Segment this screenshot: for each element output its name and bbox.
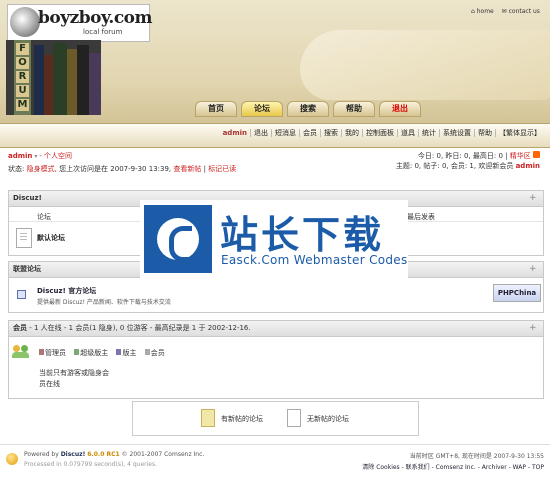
nav-help[interactable]: 帮助: [333, 101, 375, 117]
collapse-icon[interactable]: +: [529, 324, 537, 333]
online-note-1: 当前只有游客或隐身会: [39, 369, 109, 377]
watermark-subtitle: Easck.Com Webmaster Codes: [221, 253, 408, 267]
new-posts-icon: [201, 409, 215, 427]
no-new-posts-icon: [287, 409, 301, 427]
menu-help[interactable]: 帮助: [474, 129, 495, 137]
online-members: 会员 - 1 人在线 - 1 会员(1 隐身), 0 位游客 - 最高纪录是 1…: [8, 320, 544, 399]
space-link[interactable]: - 个人空间: [39, 152, 72, 160]
stats-totals: 主题: 0, 帖子: 0, 会员: 1, 欢迎新会员: [395, 162, 514, 170]
logo-title: boyzboy.com: [38, 8, 153, 28]
watermark-banner: 站长下载 Easck.Com Webmaster Codes: [140, 200, 408, 278]
user-info: admin ▾ - 个人空间: [8, 151, 72, 161]
menu-traditional[interactable]: 【繁体显示】: [495, 129, 544, 137]
footer: Powered by Discuz! 6.0.0 RC1 © 2001-2007…: [0, 444, 550, 481]
collapse-icon[interactable]: +: [529, 265, 537, 274]
forum-status-icon: [16, 228, 32, 248]
username-link[interactable]: admin: [8, 152, 32, 160]
status-line: 状态: 隐身模式, 您上次访问是在 2007-9-30 13:39, 查看新帖 …: [8, 165, 237, 173]
phpchina-logo[interactable]: PHPChina: [493, 284, 541, 302]
menu-settings[interactable]: 系统设置: [439, 129, 474, 137]
online-title: 会员: [13, 324, 27, 332]
version: 6.0.0 RC1: [87, 451, 120, 458]
top-links: ⌂ home ✉ contact us: [465, 8, 540, 15]
role-legend: 管理员 超级版主 版主 会员: [39, 348, 165, 358]
online-info: - 1 人在线 - 1 会员(1 隐身), 0 位游客 - 最高纪录是 1 于 …: [29, 324, 251, 332]
stats-today: 今日: 0, 昨日: 0, 最高日: 0 |: [417, 152, 508, 160]
menu-stats[interactable]: 统计: [418, 129, 439, 137]
forum-letters: F O R U M: [14, 40, 31, 115]
official-forum-link[interactable]: Discuz! 官方论坛: [37, 286, 96, 296]
powered-by: Powered by Discuz! 6.0.0 RC1 © 2001-2007…: [24, 451, 205, 458]
nav-logout[interactable]: 退出: [379, 101, 421, 117]
view-new-link[interactable]: 查看新帖: [173, 165, 201, 173]
legend-member: 会员: [150, 349, 165, 357]
discuz-logo-icon: [6, 453, 18, 465]
menu-control-panel[interactable]: 控制面板: [362, 129, 397, 137]
menu-mine[interactable]: 我的: [341, 129, 362, 137]
home-link[interactable]: ⌂ home: [471, 8, 494, 15]
logo-mark-icon: [10, 7, 40, 37]
online-note-2: 员在线: [39, 380, 60, 388]
admin-icon: [39, 349, 44, 355]
status-label: 状态:: [8, 165, 25, 173]
status-mode[interactable]: 隐身模式,: [27, 165, 57, 173]
member-icon: [144, 349, 150, 355]
timezone-info: 当前时区 GMT+8, 现在时间是 2007-9-30 13:55: [409, 453, 544, 460]
contact-link[interactable]: ✉ contact us: [502, 8, 540, 15]
forum-stats: 今日: 0, 昨日: 0, 最高日: 0 | 精华区 主题: 0, 帖子: 0,…: [396, 151, 540, 171]
nav-forum[interactable]: 论坛: [241, 101, 283, 117]
rss-icon[interactable]: [533, 151, 540, 158]
menu-admin[interactable]: admin: [220, 129, 250, 137]
discuz-link[interactable]: Discuz!: [61, 451, 86, 458]
forum-letter: U: [16, 85, 29, 97]
logo-subtitle: local forum: [83, 28, 123, 36]
forum-letter: F: [16, 43, 29, 55]
no-new-posts-label: 无新帖的论坛: [307, 415, 349, 423]
forum-letter: O: [16, 57, 29, 69]
link-icon: [17, 290, 26, 299]
easck-logo-icon: [144, 205, 212, 273]
official-forum-desc: 提供最新 Discuz! 产品新闻、软件下载与技术交流: [37, 299, 171, 306]
collapse-icon[interactable]: +: [529, 194, 537, 203]
menu-logout[interactable]: 退出: [250, 129, 271, 137]
moderator-icon: [116, 349, 122, 355]
menu-search[interactable]: 搜索: [320, 129, 341, 137]
nav-search[interactable]: 搜索: [287, 101, 329, 117]
menu-members[interactable]: 会员: [299, 129, 320, 137]
new-posts-label: 有新帖的论坛: [221, 415, 263, 423]
newest-member-link[interactable]: admin: [516, 162, 540, 170]
menu-messages[interactable]: 短消息: [271, 129, 299, 137]
forum-legend: 有新帖的论坛 无新帖的论坛: [132, 401, 419, 436]
forum-name-link[interactable]: 默认论坛: [37, 233, 65, 243]
forum-letter: M: [16, 99, 29, 111]
watermark-title: 站长下载: [220, 213, 385, 257]
legend-supermod: 超级版主: [80, 349, 109, 357]
menu-items[interactable]: 道具: [397, 129, 418, 137]
forum-letter: R: [16, 71, 29, 83]
legend-admin: 管理员: [45, 349, 66, 357]
supermod-icon: [74, 349, 80, 355]
book-page-graphic: [300, 30, 550, 100]
last-visit: 您上次访问是在 2007-9-30 13:39,: [59, 165, 172, 173]
nav-home[interactable]: 首页: [195, 101, 237, 117]
online-header: 会员 - 1 人在线 - 1 会员(1 隐身), 0 位游客 - 最高纪录是 1…: [9, 321, 543, 337]
mark-read-link[interactable]: 标记已读: [208, 165, 236, 173]
site-logo[interactable]: boyzboy.com local forum: [7, 4, 153, 42]
digest-link[interactable]: 精华区: [510, 152, 531, 160]
footer-links[interactable]: 清除 Cookies - 联系我们 - Comsenz Inc. - Archi…: [362, 462, 544, 471]
users-group-icon: [12, 345, 30, 359]
legend-moderator: 版主: [122, 349, 137, 357]
processed-info: Processed in 0.079799 second(s), 4 queri…: [24, 461, 157, 468]
user-menu: admin 退出 短消息 会员 搜索 我的 控制面板 道具 统计 系统设置 帮助 【繁体显示】: [220, 128, 544, 138]
